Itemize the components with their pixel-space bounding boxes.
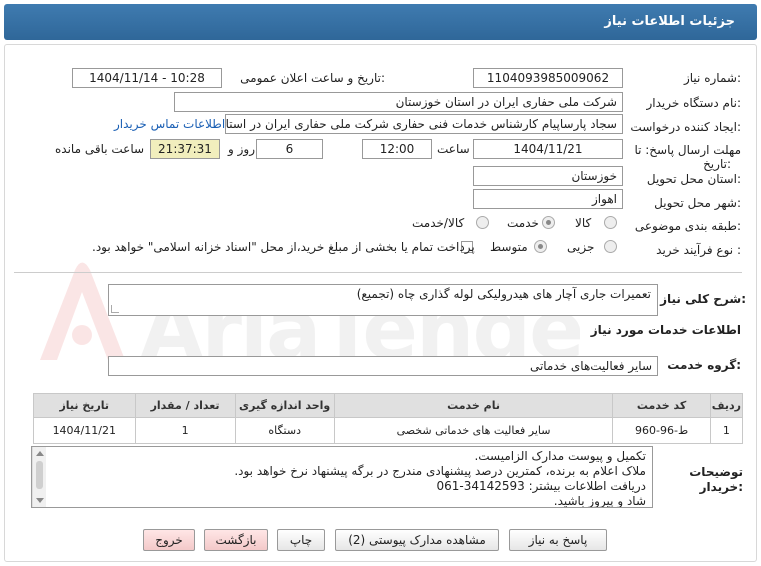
services-table: ردیف کد خدمت نام خدمت واحد اندازه گیری ت… <box>33 393 744 444</box>
remaining-time-field: 21:37:31 <box>150 139 220 159</box>
cell-code: ط-96-960 <box>612 417 711 444</box>
deadline-date-field: 1404/11/21 <box>473 139 623 159</box>
page-header: جزئیات اطلاعات نیاز <box>4 4 757 40</box>
back-button[interactable]: بازگشت <box>204 529 268 551</box>
announce-label: تاریخ و ساعت اعلان عمومی: <box>240 71 385 85</box>
cell-qty: 1 <box>134 417 236 444</box>
cell-name: سایر فعالیت های خدماتی شخصی <box>333 417 614 444</box>
notes-label-buyer: خریدار: <box>699 480 743 494</box>
col-name: نام خدمت <box>333 393 614 418</box>
summary-textarea: تعمیرات جاری آچار های هیدرولیکی لوله گذا… <box>108 284 658 316</box>
process-radio-minor[interactable] <box>604 240 617 253</box>
process-radio-medium[interactable] <box>534 240 547 253</box>
col-date: تاریخ نیاز <box>33 393 136 418</box>
service-group-label: گروه خدمت: <box>667 358 741 372</box>
category-radio-goods[interactable] <box>604 216 617 229</box>
city-field: اهواز <box>473 189 623 209</box>
category-option-service: خدمت <box>507 216 539 230</box>
deadline-label: مهلت ارسال پاسخ: تا <box>634 143 741 157</box>
reply-button[interactable]: پاسخ به نیاز <box>509 529 607 551</box>
province-label: استان محل تحویل: <box>646 172 741 186</box>
notes-line: دریافت اطلاعات بیشتر: 34142593-061 <box>436 479 646 493</box>
process-label: نوع فرآیند خرید : <box>656 243 741 257</box>
notes-line: تکمیل و پیوست مدارک الزامیست. <box>474 449 646 463</box>
col-row: ردیف <box>709 393 744 418</box>
col-code: کد خدمت <box>612 393 711 418</box>
notes-label: توضیحات <box>689 465 743 479</box>
need-number-label: شماره نیاز: <box>683 71 741 85</box>
deadline-label-date: تاریخ: <box>703 157 731 171</box>
time-label: ساعت <box>437 142 470 156</box>
remaining-label: ساعت باقی مانده <box>55 142 145 156</box>
category-option-goods-service: کالا/خدمت <box>412 216 465 230</box>
category-label: طبقه بندی موضوعی: <box>634 219 741 233</box>
province-field: خوزستان <box>473 166 623 186</box>
scroll-thumb[interactable] <box>36 461 43 489</box>
service-group-field: سایر فعالیت‌های خدماتی <box>108 356 658 376</box>
cell-unit: دستگاه <box>234 417 335 444</box>
buyer-label: نام دستگاه خریدار: <box>646 96 742 110</box>
buyer-field: شرکت ملی حفاری ایران در استان خوزستان <box>174 92 623 112</box>
notes-scrollbar[interactable] <box>32 447 46 507</box>
contact-buyer-link[interactable]: اطلاعات تماس خریدار <box>114 117 225 131</box>
exit-button[interactable]: خروج <box>143 529 195 551</box>
creator-label: ایجاد کننده درخواست: <box>630 120 741 134</box>
summary-text: تعمیرات جاری آچار های هیدرولیکی لوله گذا… <box>356 287 651 301</box>
category-radio-service[interactable] <box>542 216 555 229</box>
resize-handle[interactable] <box>111 305 119 313</box>
cell-row: 1 <box>709 417 744 444</box>
city-label: شهر محل تحویل: <box>654 196 741 210</box>
days-field: 6 <box>256 139 323 159</box>
days-label: روز و <box>228 142 255 156</box>
category-option-goods: کالا <box>575 216 592 230</box>
col-unit: واحد اندازه گیری <box>234 393 335 418</box>
notes-textarea[interactable]: تکمیل و پیوست مدارک الزامیست. ملاک اعلام… <box>31 446 653 508</box>
table-row: 1 ط-96-960 سایر فعالیت های خدماتی شخصی د… <box>33 417 744 444</box>
cell-date: 1404/11/21 <box>33 417 136 444</box>
attachments-button[interactable]: مشاهده مدارک پیوستی (2) <box>335 529 499 551</box>
deadline-time-field: 12:00 <box>362 139 432 159</box>
payment-note: پرداخت تمام یا بخشی از مبلغ خرید،از محل … <box>92 240 475 254</box>
table-header-row: ردیف کد خدمت نام خدمت واحد اندازه گیری ت… <box>33 393 744 418</box>
category-radio-goods-service[interactable] <box>476 216 489 229</box>
process-option-minor: جزیی <box>567 240 595 254</box>
divider <box>14 272 742 273</box>
creator-field: سجاد پارساپیام کارشناس خدمات فنی حفاری ش… <box>225 114 623 134</box>
col-qty: تعداد / مقدار <box>134 393 236 418</box>
notes-line: شاد و پیروز باشید. <box>553 494 646 508</box>
announce-field: 1404/11/14 - 10:28 <box>72 68 222 88</box>
print-button[interactable]: چاپ <box>277 529 325 551</box>
summary-label: شرح کلی نیاز: <box>660 292 746 306</box>
need-number-field: 1104093985009062 <box>473 68 623 88</box>
page-title: جزئیات اطلاعات نیاز <box>604 14 735 29</box>
scroll-down-icon[interactable] <box>36 498 44 503</box>
notes-line: ملاک اعلام به برنده، کمترین درصد پیشنهاد… <box>234 464 646 478</box>
services-section-title: اطلاعات خدمات مورد نیاز <box>590 323 741 337</box>
scroll-up-icon[interactable] <box>36 451 44 456</box>
process-option-medium: متوسط <box>490 240 528 254</box>
